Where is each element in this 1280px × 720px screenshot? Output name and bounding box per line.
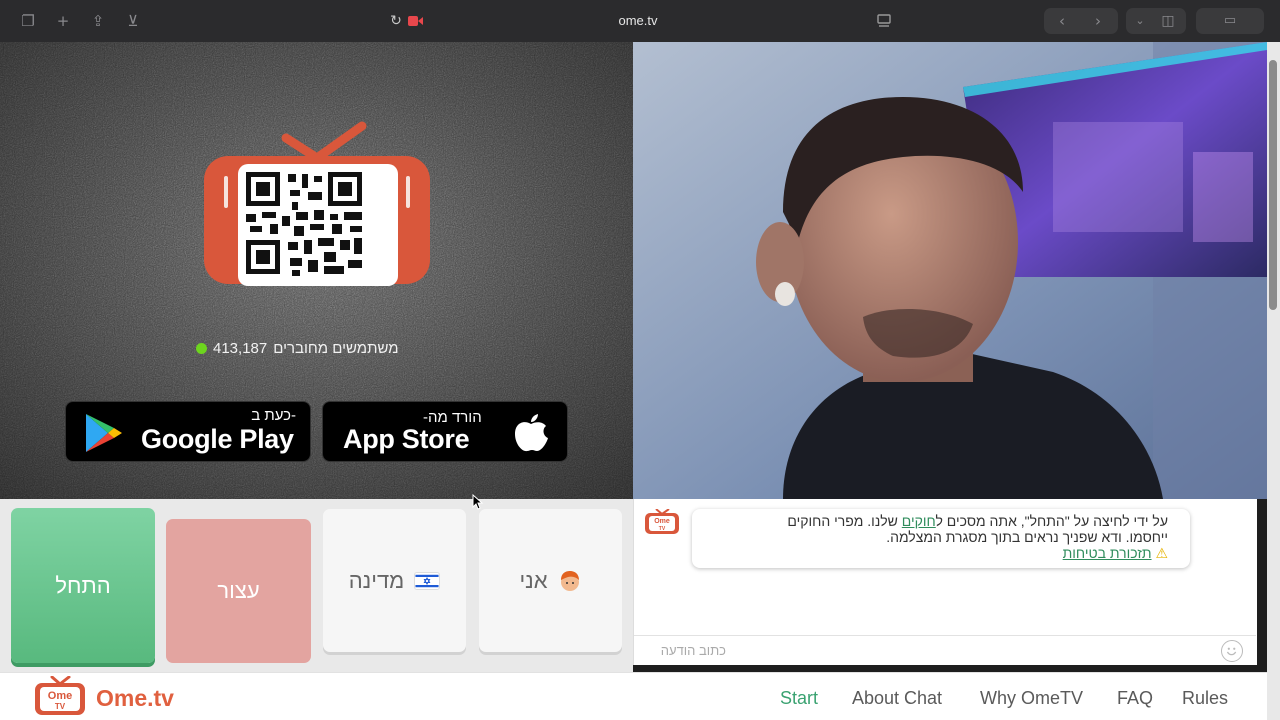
download-icon[interactable]: ⊻ [123,11,143,31]
share-icon[interactable]: ⇪ [88,11,108,31]
emoji-icon[interactable] [1221,640,1243,662]
mouse-cursor-icon [472,494,484,510]
chevron-down-icon[interactable]: ⌄ [1130,11,1150,31]
extensions-group: ▭ [1196,8,1264,34]
back-icon[interactable]: ‹ [1052,11,1072,31]
stop-button[interactable]: עצור [166,519,311,663]
app-store-button[interactable]: -הורד מה App Store [322,401,568,462]
svg-text:Ome: Ome [48,690,72,702]
svg-text:TV: TV [55,702,66,711]
chat-panel: Ome TV על ידי לחיצה על "התחל", אתה מסכים… [633,499,1257,665]
page-scrollbar[interactable] [1267,42,1280,720]
site-footer: Ome TV Ome.tv Start About Chat Why OmeTV… [0,672,1267,720]
israel-flag-icon [414,571,441,590]
nav-about-chat[interactable]: About Chat [852,688,942,709]
brand-name[interactable]: Ome.tv [96,685,174,712]
google-play-icon [86,414,122,452]
start-button[interactable]: התחל [11,508,155,663]
online-status-dot [196,342,207,354]
tv-qr-code [204,121,430,286]
my-gender-button[interactable]: אני [479,509,622,652]
google-play-button[interactable]: כעת ב- Google Play [65,401,311,462]
profile-icon[interactable]: ▭ [1220,11,1240,31]
me-label: אני [519,567,548,593]
sidebar-icon[interactable]: ◫ [1158,11,1178,31]
country-filter-button[interactable]: מדינה [323,509,466,652]
warning-icon: ⚠ [1155,546,1168,562]
boy-avatar-icon [560,570,579,591]
svg-text:TV: TV [659,526,666,532]
ometv-logo-small: Ome TV [645,509,679,534]
video-frame [633,42,1267,499]
nav-why-ometv[interactable]: Why OmeTV [980,688,1083,709]
browser-toolbar: ❐ + ⇪ ⊻ ↻ ome.tv ‹ › ⌄ ◫ ▭ [0,0,1280,42]
sidebar-group: ⌄ ◫ [1126,8,1186,34]
message-text-a: על ידי לחיצה על "התחל", אתה מסכים ל [935,513,1168,529]
history-nav-group: ‹ › [1044,8,1118,34]
message-line-1: על ידי לחיצה על "התחל", אתה מסכים לחוקים… [704,513,1168,529]
online-count: 413,187 [213,339,268,357]
partner-video-placeholder: משתמשים מחוברים 413,187 כעת ב- Google Pl… [0,42,633,499]
google-play-small-text: כעת ב- [251,407,296,424]
message-line-3: ⚠ תזכורת בטיחות [704,545,1168,562]
new-tab-icon[interactable]: + [53,11,73,31]
tab-overview-icon[interactable]: ❐ [18,11,38,31]
message-line-2: ייחסמו. ודא שפניך נראים בתוך מסגרת המצלמ… [886,529,1168,545]
apple-icon [515,414,548,452]
forward-icon[interactable]: › [1088,11,1108,31]
reader-icon[interactable] [876,13,892,29]
control-panel: התחל עצור מדינה אני [0,499,633,672]
system-message: על ידי לחיצה על "התחל", אתה מסכים לחוקים… [692,509,1190,568]
nav-start[interactable]: Start [780,688,818,709]
scrollbar-thumb[interactable] [1269,60,1277,310]
rules-link[interactable]: חוקים [902,513,936,529]
nav-faq[interactable]: FAQ [1117,688,1153,709]
svg-text:Ome: Ome [654,518,670,525]
ometv-logo[interactable]: Ome TV [34,676,86,716]
online-counter: משתמשים מחוברים 413,187 [196,338,456,358]
message-placeholder: כתוב הודעה [660,643,726,658]
online-label: משתמשים מחוברים [273,339,399,357]
partner-video [633,42,1267,499]
app-store-big-text: App Store [343,424,470,454]
message-text-b: שלנו. מפרי החוקים [787,513,902,529]
safety-reminder-link[interactable]: תזכורת בטיחות [1063,545,1152,561]
google-play-big-text: Google Play [141,424,294,454]
address-bar[interactable]: ↻ ome.tv [378,8,898,34]
nav-rules[interactable]: Rules [1182,688,1228,709]
message-input[interactable]: כתוב הודעה [634,635,1256,665]
url-text: ome.tv [618,13,658,28]
country-label: מדינה [348,567,405,593]
